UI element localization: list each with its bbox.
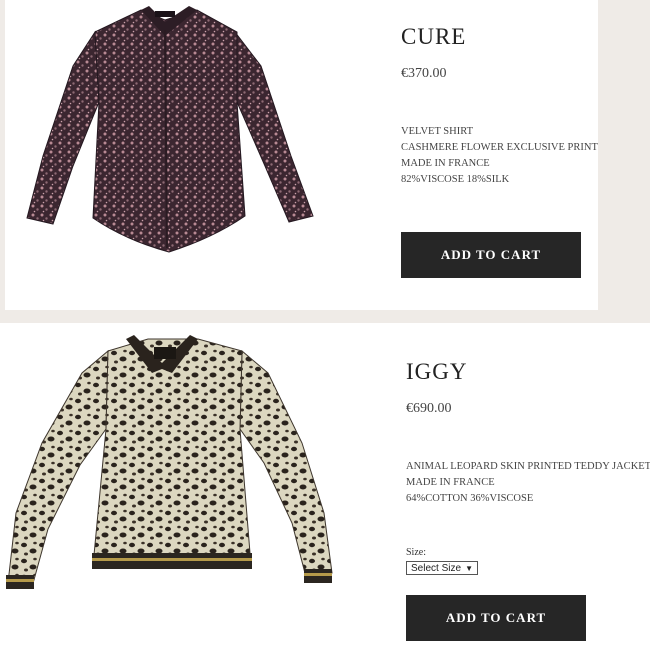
chevron-down-icon: ▼ — [465, 564, 473, 573]
product-description: VELVET SHIRT CASHMERE FLOWER EXCLUSIVE P… — [401, 124, 598, 188]
product-title: IGGY — [406, 359, 468, 384]
description-line: 82%VISCOSE 18%SILK — [401, 174, 510, 185]
leopard-jacket-image[interactable] — [2, 333, 337, 595]
size-select[interactable]: Select Size ▼ — [406, 561, 478, 575]
product-price: €690.00 — [406, 401, 452, 416]
description-line: MADE IN FRANCE — [401, 158, 490, 169]
size-label: Size: — [406, 547, 426, 558]
product-description: ANIMAL LEOPARD SKIN PRINTED TEDDY JACKET… — [406, 459, 650, 507]
size-select-value: Select Size — [411, 563, 462, 574]
product-card-iggy: IGGY €690.00 ANIMAL LEOPARD SKIN PRINTED… — [0, 323, 650, 648]
product-card-cure: CURE €370.00 VELVET SHIRT CASHMERE FLOWE… — [5, 0, 598, 310]
description-line: CASHMERE FLOWER EXCLUSIVE PRINT — [401, 142, 598, 153]
add-to-cart-button[interactable]: ADD TO CART — [406, 595, 586, 641]
product-title: CURE — [401, 24, 467, 49]
description-line: VELVET SHIRT — [401, 126, 473, 137]
velvet-shirt-image[interactable] — [13, 6, 327, 264]
description-line: 64%COTTON 36%VISCOSE — [406, 493, 534, 504]
add-to-cart-button[interactable]: ADD TO CART — [401, 232, 581, 278]
description-line: MADE IN FRANCE — [406, 477, 495, 488]
product-price: €370.00 — [401, 66, 447, 81]
description-line: ANIMAL LEOPARD SKIN PRINTED TEDDY JACKET — [406, 461, 650, 472]
